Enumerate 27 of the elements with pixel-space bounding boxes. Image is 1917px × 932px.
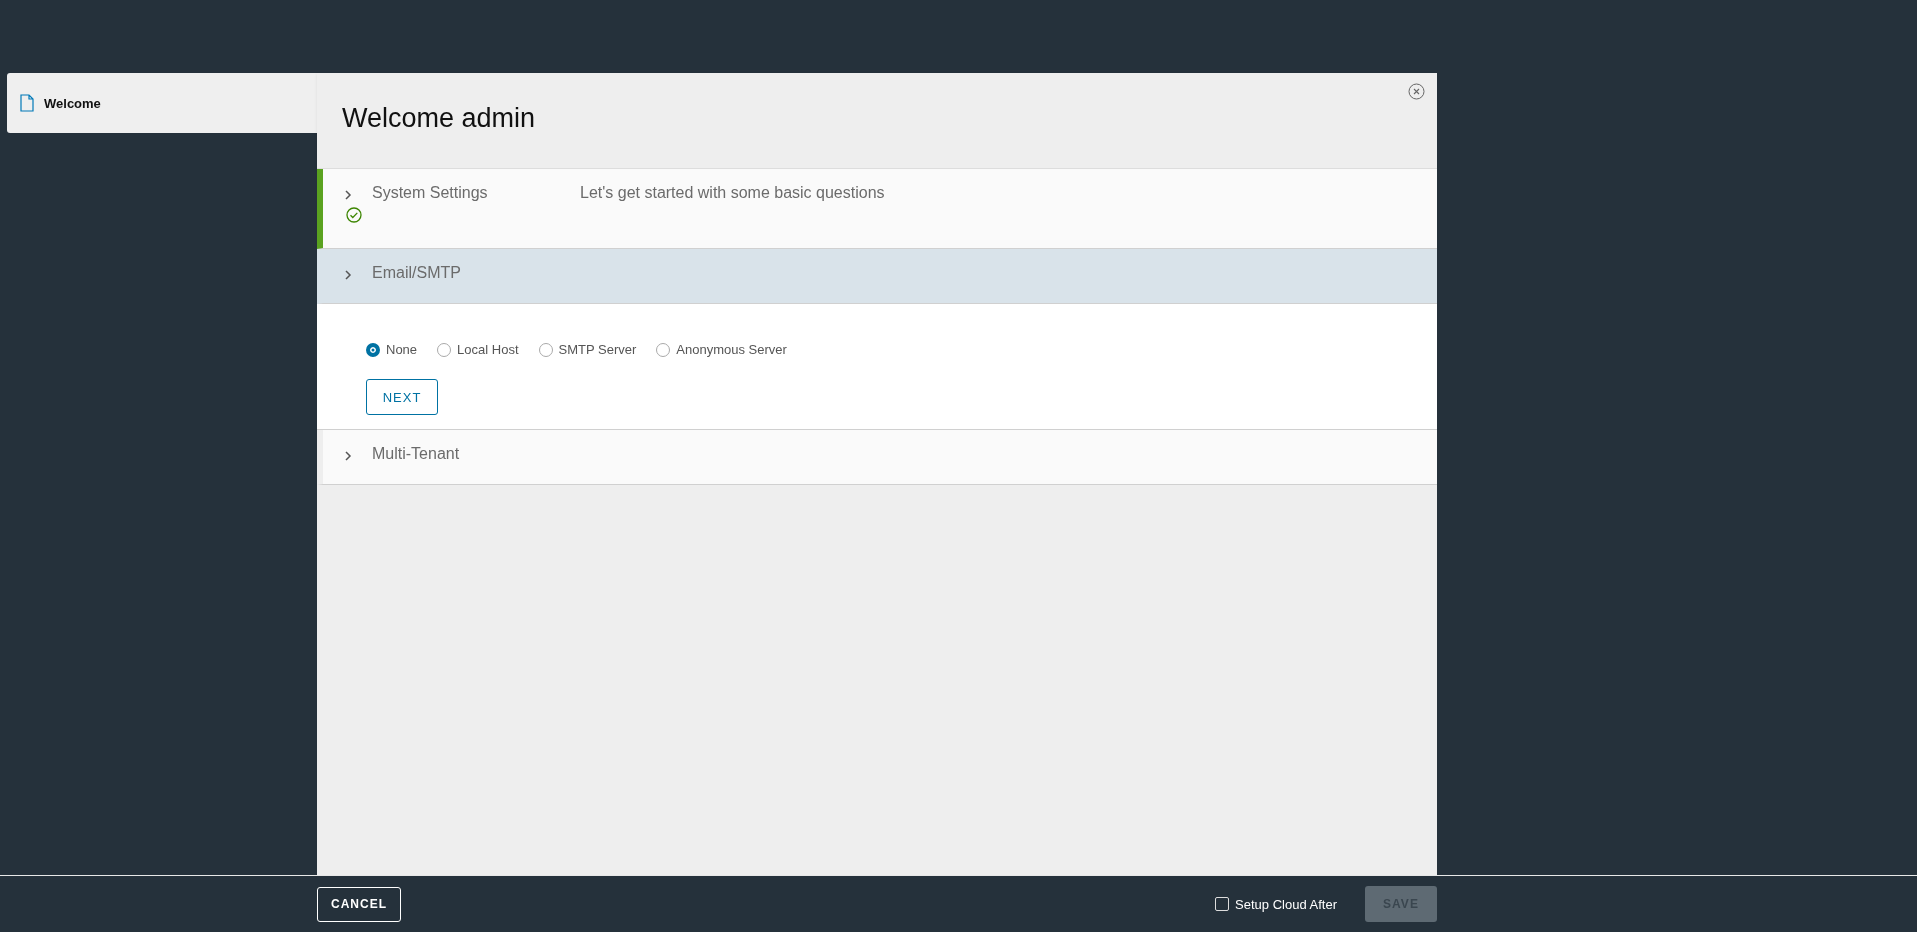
check-circle-icon bbox=[345, 207, 362, 223]
chevron-icon bbox=[342, 269, 353, 281]
radio-button[interactable] bbox=[538, 342, 553, 357]
radio-button[interactable] bbox=[437, 342, 452, 357]
section-title: Multi-Tenant bbox=[372, 444, 461, 463]
dialog-title: Welcome admin bbox=[342, 103, 536, 134]
close-icon[interactable] bbox=[1408, 83, 1425, 100]
checkbox[interactable] bbox=[1215, 897, 1230, 911]
chevron-icon bbox=[342, 450, 353, 462]
radio-button[interactable] bbox=[656, 342, 671, 357]
sidebar-tab[interactable]: Welcome bbox=[7, 73, 317, 133]
document-icon bbox=[20, 94, 34, 112]
section-description: Let's get started with some basic questions bbox=[580, 183, 885, 202]
radio-label[interactable]: Anonymous Server bbox=[676, 342, 787, 357]
accordion-header[interactable]: System Settings Let's get started with some basic questions bbox=[317, 169, 1437, 249]
radio-label[interactable]: None bbox=[386, 342, 418, 357]
next-button[interactable]: NEXT bbox=[366, 379, 438, 415]
checkbox-label[interactable]: Setup Cloud After bbox=[1235, 896, 1337, 912]
section-title: System Settings bbox=[372, 183, 489, 202]
accordion-header[interactable]: Email/SMTP bbox=[317, 249, 1437, 304]
cancel-button[interactable]: CANCEL bbox=[317, 886, 401, 922]
chevron-icon bbox=[342, 189, 353, 201]
radio-label[interactable]: SMTP Server bbox=[558, 342, 637, 357]
section-title: Email/SMTP bbox=[372, 263, 462, 282]
radio-button[interactable] bbox=[366, 342, 380, 357]
radio-label[interactable]: Local Host bbox=[457, 342, 519, 357]
accordion-header[interactable]: Multi-Tenant bbox=[317, 430, 1437, 485]
